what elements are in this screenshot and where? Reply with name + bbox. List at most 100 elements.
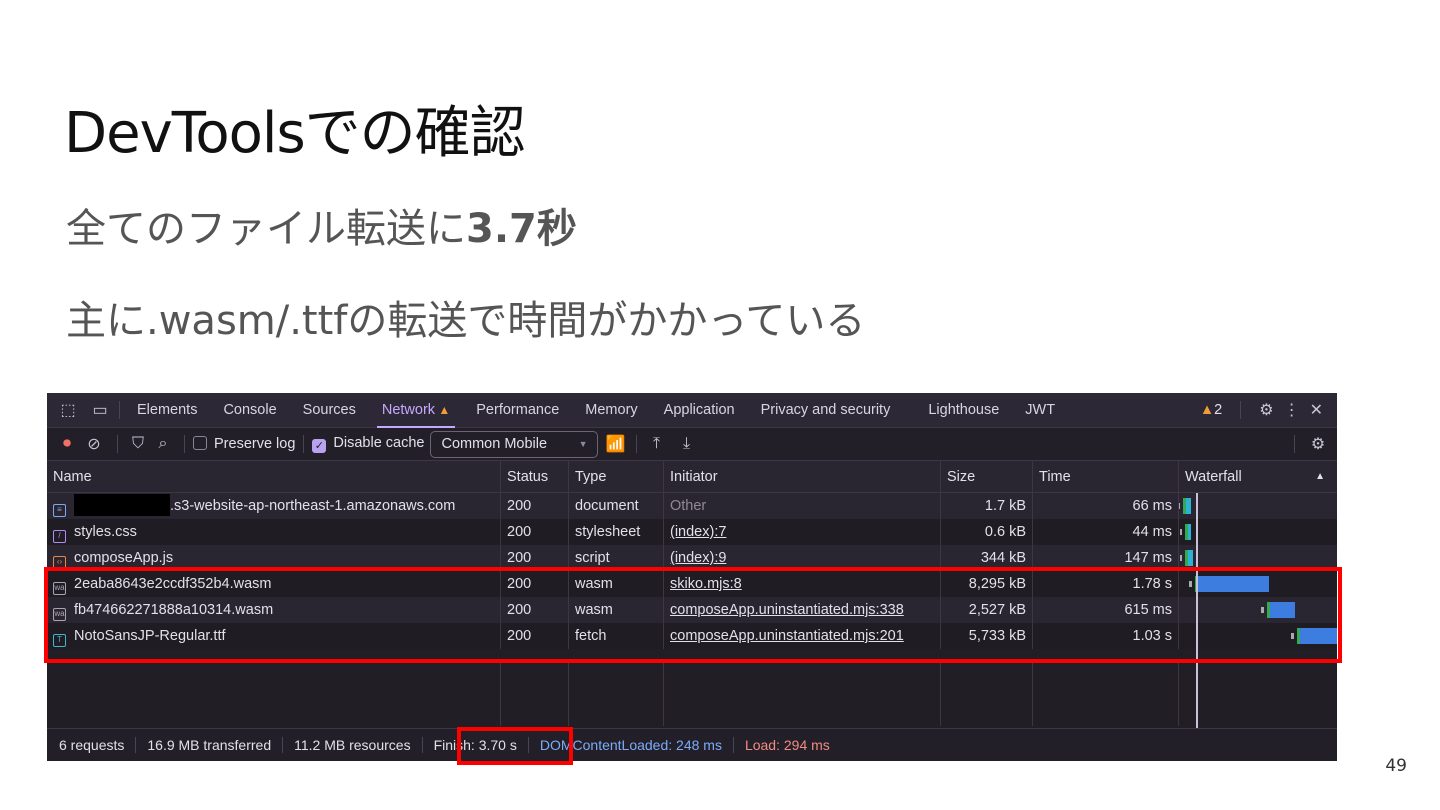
redacted-block [74,494,170,516]
tab-application[interactable]: Application [651,393,748,428]
time-text: 66 ms [1132,498,1173,514]
column-divider [568,661,569,726]
tab-label: Privacy and security [760,401,891,418]
tab-jwt[interactable]: JWT [1012,393,1068,428]
warning-count: 2 [1214,402,1223,418]
status-text: 200 [507,524,532,540]
type-text: stylesheet [575,524,641,540]
tab-label: Lighthouse [928,401,1000,418]
slide-title: DevToolsでの確認 [64,101,526,166]
column-header-time[interactable]: Time [1033,461,1179,492]
preserve-log-checkbox[interactable]: Preserve log [193,436,295,452]
tab-label: Network [381,401,436,418]
cell-size: 1.7 kB [941,493,1033,519]
throttling-select[interactable]: Common Mobile ▼ [430,430,599,458]
table-row[interactable]: ≡ .s3-website-ap-northeast-1.amazonaws.co… [47,493,1337,519]
tab-sources[interactable]: Sources [290,393,369,428]
column-header-waterfall[interactable]: Waterfall ▲ [1179,461,1337,492]
cell-status: 200 [501,519,569,545]
search-icon[interactable]: ⌕ [150,435,176,453]
waterfall-download-bar [1186,498,1191,514]
cell-size: 0.6 kB [941,519,1033,545]
table-row[interactable]: / styles.css 200 stylesheet (index):7 0.6 kB 4… [47,519,1337,545]
status-bar: 6 requests 16.9 MB transferred 11.2 MB r… [47,728,1337,761]
transferred-size: 16.9 MB transferred [147,737,284,753]
tab-label: Elements [137,401,198,418]
tab-memory[interactable]: Memory [572,393,650,428]
waterfall-queue-mark [1180,529,1182,535]
network-settings-icon[interactable]: ⚙ [1303,434,1333,454]
tab-label: JWT [1025,401,1056,418]
size-text: 1.7 kB [984,498,1026,514]
inspect-element-icon[interactable]: ⬚ [51,400,85,420]
tab-performance[interactable]: Performance [463,393,572,428]
column-divider [663,661,664,726]
page-number: 49 [1385,756,1407,776]
disable-cache-checkbox[interactable]: ✓ Disable cache [312,435,424,453]
warnings-indicator[interactable]: ▲2 [1200,402,1222,418]
time-text: 44 ms [1132,524,1173,540]
line-1-text: 全てのファイル転送に [66,206,466,252]
resources-size: 11.2 MB resources [294,737,423,753]
type-text: document [575,498,639,514]
initiator-text: (index):9 [670,550,727,566]
clear-icon[interactable]: ⊘ [79,434,109,454]
tab-lighthouse[interactable]: Lighthouse [915,393,1012,428]
column-divider [940,661,941,726]
cell-status: 200 [501,493,569,519]
initiator-text: (index):7 [670,524,727,540]
empty-area [47,661,1337,726]
cell-initiator: Other [664,493,941,519]
tab-label: Sources [302,401,356,418]
chevron-down-icon: ▼ [578,439,588,449]
export-har-icon[interactable]: ⤓ [671,435,701,453]
time-text: 147 ms [1124,550,1172,566]
preserve-log-label: Preserve log [214,436,296,452]
import-har-icon[interactable]: ⤒ [641,435,671,453]
more-options-icon[interactable]: ⋮ [1284,400,1300,420]
name-text: .s3-website-ap-northeast-1.amazonaws.com [170,498,456,514]
status-text: 200 [507,550,532,566]
highlight-finish-time [457,727,573,765]
settings-icon[interactable]: ⚙ [1259,400,1273,420]
tab-label: Performance [476,401,560,418]
column-divider [500,661,501,726]
initiator-text: Other [670,498,707,514]
column-header-initiator[interactable]: Initiator [664,461,941,492]
cell-initiator[interactable]: (index):7 [664,519,941,545]
line-1-bold: 3.7秒 [466,206,577,252]
cell-type: stylesheet [569,519,664,545]
highlight-large-files [44,567,1342,663]
tab-label: Application [663,401,735,418]
column-label: Status [507,469,549,485]
load-time: Load: 294 ms [744,737,830,753]
throttling-value: Common Mobile [441,436,548,452]
tab-label: Memory [585,401,638,418]
tab-bar: ⬚ ▭ Elements Console Sources Network ▲ Perfo… [47,393,1337,428]
type-text: script [575,550,610,566]
close-icon[interactable]: ✕ [1310,400,1323,420]
tab-privacy-and-security[interactable]: Privacy and security [748,393,904,428]
filter-icon[interactable]: ⛉ [126,435,150,453]
column-header-type[interactable]: Type [569,461,664,492]
column-header-name[interactable]: Name [47,461,501,492]
disable-cache-label: Disable cache [333,435,425,451]
slide-line-1: 全てのファイル転送に3.7秒 [66,196,577,254]
tab-console[interactable]: Console [210,393,289,428]
cell-name: / styles.css [47,519,501,545]
document-icon: ≡ [53,504,66,517]
network-conditions-icon[interactable]: 📶 [598,434,632,454]
column-header-status[interactable]: Status [501,461,569,492]
request-count: 6 requests [59,737,137,753]
tab-elements[interactable]: Elements [124,393,210,428]
waterfall-download-bar [1188,550,1193,566]
name-text: styles.css [74,524,137,540]
size-text: 344 kB [980,550,1026,566]
record-icon[interactable]: ⏺ [55,435,79,453]
cell-time: 44 ms [1033,519,1179,545]
tab-network[interactable]: Network ▲ [369,393,463,428]
column-header-size[interactable]: Size [941,461,1033,492]
device-toolbar-icon[interactable]: ▭ [85,400,115,420]
size-text: 0.6 kB [984,524,1026,540]
column-label: Initiator [670,469,718,485]
